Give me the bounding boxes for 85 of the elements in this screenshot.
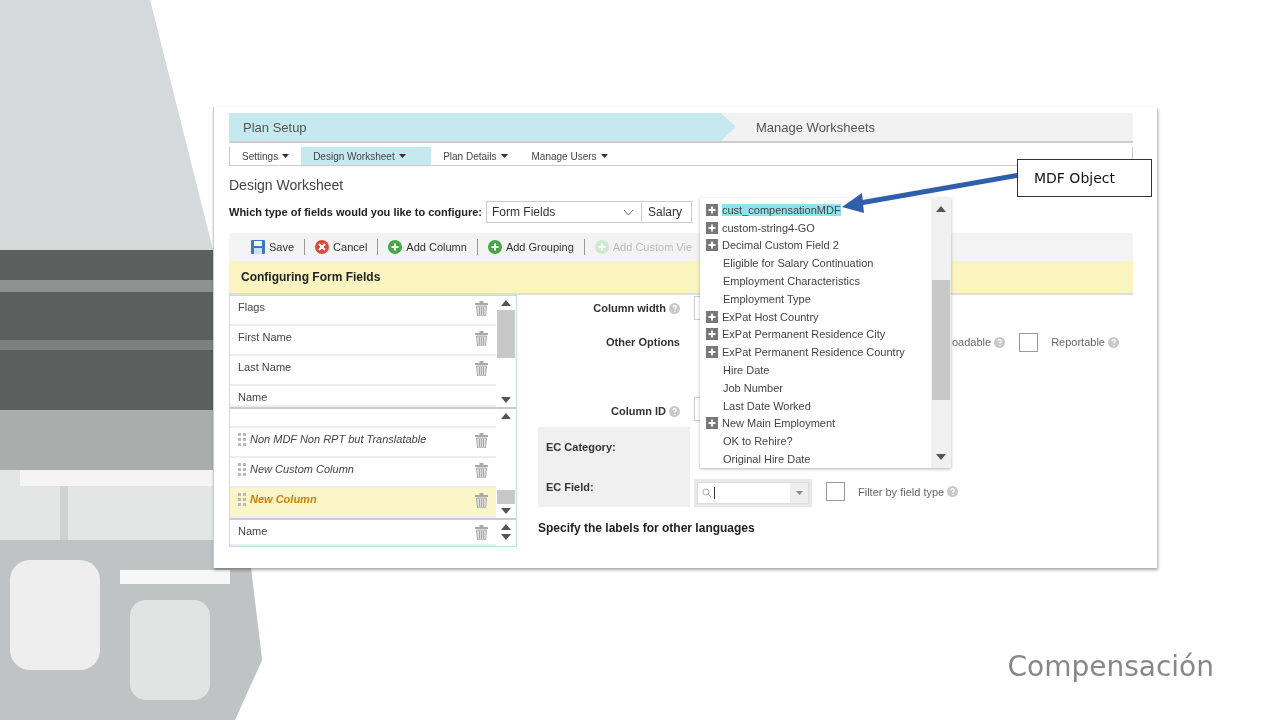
caret-icon	[600, 154, 608, 158]
dropdown-option[interactable]: Job Number	[723, 381, 783, 394]
dropdown-option[interactable]: Last Date Worked	[723, 399, 811, 412]
search-field[interactable]	[697, 482, 809, 504]
dropdown-option[interactable]: Employment Characteristics	[723, 275, 860, 288]
scroll-thumb[interactable]	[497, 490, 515, 504]
scroll-up-icon[interactable]	[501, 413, 511, 419]
add-icon	[594, 240, 609, 254]
scroll-down-icon[interactable]	[501, 397, 511, 403]
help-icon[interactable]	[669, 405, 680, 417]
dropdown-option[interactable]: ExPat Permanent Residence Country	[722, 346, 905, 359]
field-type-select[interactable]: Form Fields	[486, 201, 642, 223]
languages-heading: Specify the labels for other languages	[538, 521, 756, 535]
menu-tab[interactable]: Design Worksheet	[301, 147, 432, 165]
dropdown-option[interactable]: New Main Employment	[722, 417, 836, 430]
cancel-icon	[315, 240, 330, 254]
scroll-up-icon[interactable]	[501, 300, 511, 306]
add-icon	[487, 240, 502, 254]
toolbar-button[interactable]: Add Column	[384, 240, 471, 254]
chevron-down-icon	[624, 209, 633, 215]
option-label: Reportable	[1051, 336, 1105, 348]
scroll-down-icon[interactable]	[936, 454, 946, 460]
page-title: Design Worksheet	[229, 177, 344, 193]
drag-handle-icon[interactable]	[238, 493, 246, 507]
filter-checkbox[interactable]	[826, 482, 845, 501]
trash-icon[interactable]	[475, 361, 488, 376]
slide-title: Compensación	[1007, 650, 1214, 683]
caret-icon	[398, 154, 406, 158]
other-options-label: Other Options	[606, 336, 680, 348]
scroll-up-icon[interactable]	[936, 206, 946, 212]
caret-icon	[795, 491, 803, 495]
ec-category-label: EC Category:	[546, 441, 617, 453]
dropdown-option[interactable]: Employment Type	[723, 292, 811, 305]
drag-handle-icon[interactable]	[238, 463, 246, 477]
expand-icon[interactable]	[706, 203, 718, 216]
column-width-label: Column width	[593, 302, 666, 314]
category-field[interactable]: Salary	[642, 201, 692, 223]
help-icon[interactable]	[1108, 336, 1119, 348]
scroll-thumb[interactable]	[497, 310, 515, 358]
breadcrumb-step[interactable]: Plan Setup	[229, 113, 736, 141]
trash-icon[interactable]	[475, 463, 488, 478]
trash-icon[interactable]	[475, 301, 488, 316]
dropdown-option[interactable]: custom-string4-GO	[722, 221, 815, 234]
dropdown-option[interactable]: Decimal Custom Field 2	[722, 239, 839, 252]
trash-icon[interactable]	[475, 433, 488, 448]
callout-label: MDF Object	[1017, 159, 1152, 197]
help-icon[interactable]	[947, 486, 959, 497]
breadcrumb-step[interactable]: Manage Worksheets	[736, 113, 1133, 141]
filter-label: Filter by field type	[858, 485, 945, 498]
trash-icon[interactable]	[475, 331, 488, 346]
option-label: oadable	[952, 336, 992, 348]
dropdown-option[interactable]: ExPat Host Country	[722, 310, 819, 323]
search-icon	[702, 488, 712, 498]
column-id-label: Column ID	[611, 405, 666, 417]
scrollbar[interactable]	[931, 198, 951, 468]
caret-icon	[500, 154, 508, 158]
ec-field-label: EC Field:	[546, 481, 595, 493]
drag-handle-icon[interactable]	[238, 433, 246, 447]
add-icon	[388, 240, 403, 254]
expand-icon[interactable]	[706, 417, 718, 430]
dropdown-option[interactable]: cust_compensationMDF	[722, 203, 841, 216]
scroll-up-icon[interactable]	[501, 524, 511, 530]
dropdown-option[interactable]: ExPat Permanent Residence City	[722, 328, 886, 341]
expand-icon[interactable]	[706, 328, 718, 341]
expand-icon[interactable]	[706, 310, 718, 323]
help-icon[interactable]	[669, 302, 680, 314]
scroll-down-icon[interactable]	[501, 508, 511, 514]
expand-icon[interactable]	[706, 346, 718, 359]
dropdown-option[interactable]: Original Hire Date	[723, 453, 811, 466]
toolbar-button[interactable]: Cancel	[311, 240, 372, 254]
caret-icon	[282, 154, 290, 158]
expand-icon[interactable]	[706, 221, 718, 234]
trash-icon[interactable]	[475, 493, 488, 508]
scroll-down-icon[interactable]	[501, 534, 511, 540]
trash-icon[interactable]	[475, 525, 488, 540]
column-list: Flags First Name Last Name Name Non MDF Non RPT but Translatable New Custom Column New Column Name	[229, 295, 517, 547]
toolbar-button[interactable]: Add Grouping	[483, 240, 578, 254]
field-type-label: Which type of fields would you like to configure:	[229, 206, 482, 218]
dropdown-option[interactable]: OK to Rehire?	[723, 435, 793, 448]
dropdown-option[interactable]: Hire Date	[723, 364, 770, 377]
help-icon[interactable]	[994, 336, 1006, 348]
option-checkbox[interactable]	[1019, 332, 1039, 352]
scroll-thumb[interactable]	[932, 280, 950, 400]
toolbar-button[interactable]: Save	[247, 240, 299, 254]
expand-icon[interactable]	[706, 239, 718, 252]
